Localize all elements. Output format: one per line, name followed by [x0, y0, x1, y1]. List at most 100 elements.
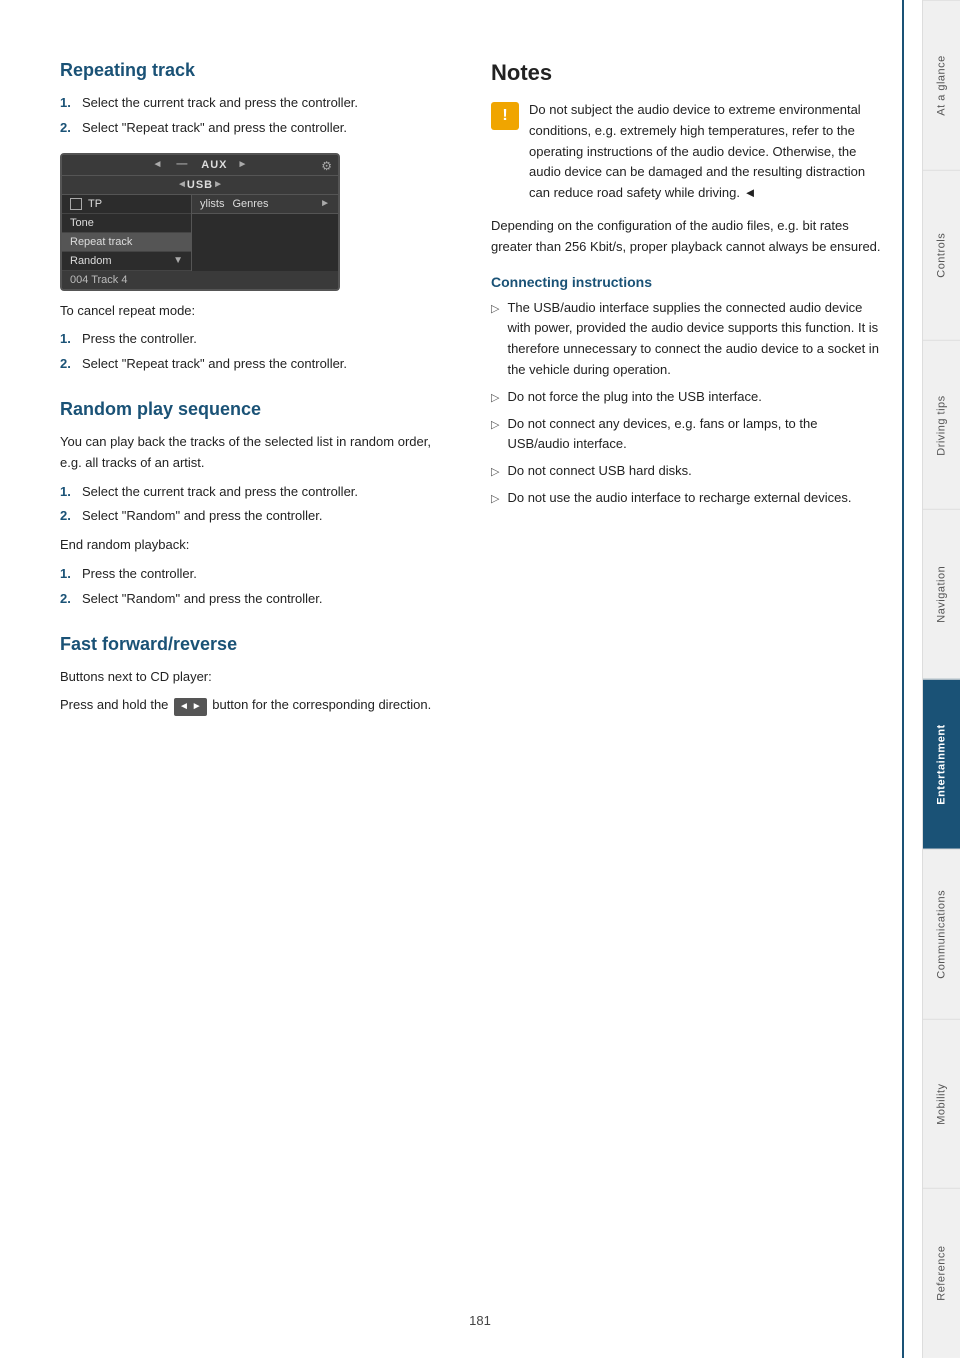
- notes-title: Notes: [491, 60, 882, 86]
- button-suffix: button for the corresponding direction.: [212, 697, 431, 712]
- next-arrow-icon: ►: [320, 198, 330, 210]
- genres-tab: Genres: [232, 198, 268, 210]
- left-arrow-icon: ◄: [177, 179, 187, 190]
- step-number: 1.: [60, 482, 76, 503]
- step-number: 2.: [60, 354, 76, 375]
- aux-icon: ━━: [176, 159, 187, 170]
- fast-forward-title: Fast forward/reverse: [60, 634, 451, 655]
- bullet-text: The USB/audio interface supplies the con…: [507, 298, 882, 381]
- connecting-bullets: ▷ The USB/audio interface supplies the c…: [491, 298, 882, 509]
- page-number: 181: [469, 1313, 491, 1328]
- step-number: 1.: [60, 329, 76, 350]
- sidebar-label: Communications: [936, 890, 948, 979]
- sidebar-item-reference[interactable]: Reference: [923, 1188, 960, 1358]
- tp-checkbox: [70, 198, 82, 210]
- sidebar-item-mobility[interactable]: Mobility: [923, 1019, 960, 1189]
- step-text: Select "Repeat track" and press the cont…: [82, 118, 347, 139]
- screen-usb-bar: ◄ USB ►: [62, 176, 338, 195]
- bullet-text: Do not connect USB hard disks.: [507, 461, 691, 482]
- step-text: Select "Random" and press the controller…: [82, 506, 322, 527]
- warning-box: ! Do not subject the audio device to ext…: [491, 100, 882, 204]
- list-item: 1. Press the controller.: [60, 564, 451, 585]
- sidebar-label: Navigation: [936, 566, 948, 623]
- list-item: 1. Select the current track and press th…: [60, 482, 451, 503]
- connecting-title: Connecting instructions: [491, 274, 882, 290]
- sidebar-item-at-a-glance[interactable]: At a glance: [923, 0, 960, 170]
- repeating-track-steps: 1. Select the current track and press th…: [60, 93, 451, 139]
- step-number: 1.: [60, 564, 76, 585]
- screen-left-menu: TP Tone Repeat track Random: [62, 195, 192, 271]
- sidebar-label: At a glance: [936, 55, 948, 116]
- random-play-steps: 1. Select the current track and press th…: [60, 482, 451, 528]
- cancel-steps: 1. Press the controller. 2. Select "Repe…: [60, 329, 451, 375]
- tp-label: TP: [88, 198, 102, 210]
- sidebar-label: Controls: [936, 233, 948, 278]
- warning-end-symbol: ◄: [744, 185, 757, 200]
- step-text: Press the controller.: [82, 564, 197, 585]
- list-item: 1. Press the controller.: [60, 329, 451, 350]
- sidebar-item-entertainment[interactable]: Entertainment: [923, 679, 960, 849]
- main-content: Repeating track 1. Select the current tr…: [0, 0, 922, 1358]
- screen-right-area: ylists Genres ►: [192, 195, 338, 271]
- sidebar-label: Reference: [936, 1246, 948, 1301]
- screen-tabs: ylists Genres ►: [192, 195, 338, 214]
- step-number: 2.: [60, 118, 76, 139]
- random-play-title: Random play sequence: [60, 399, 451, 420]
- step-text: Select "Repeat track" and press the cont…: [82, 354, 347, 375]
- press-hold-text: Press and hold the ◄ ► button for the co…: [60, 695, 451, 716]
- screen-menu-area: TP Tone Repeat track Random: [62, 195, 338, 271]
- usb-label: USB: [187, 179, 213, 191]
- tone-label: Tone: [70, 217, 94, 229]
- list-item: ▷ Do not connect any devices, e.g. fans …: [491, 414, 882, 456]
- screen-aux-bar: ◄ ━━ AUX ► ⚙: [62, 155, 338, 176]
- additional-text: Depending on the configuration of the au…: [491, 216, 882, 258]
- repeat-track-label: Repeat track: [70, 236, 132, 248]
- right-column: Notes ! Do not subject the audio device …: [491, 60, 882, 1298]
- press-label: Press and hold the: [60, 697, 168, 712]
- step-number: 2.: [60, 506, 76, 527]
- bullet-arrow-icon: ▷: [491, 390, 499, 408]
- bullet-text: Do not connect any devices, e.g. fans or…: [507, 414, 882, 456]
- list-item: 2. Select "Repeat track" and press the c…: [60, 118, 451, 139]
- step-number: 1.: [60, 93, 76, 114]
- menu-item-tone: Tone: [62, 214, 191, 233]
- list-item: ▷ Do not use the audio interface to rech…: [491, 488, 882, 509]
- right-arrow-icon: ►: [238, 159, 248, 170]
- warning-content: Do not subject the audio device to extre…: [529, 102, 865, 200]
- bullet-arrow-icon: ▷: [491, 417, 499, 435]
- list-item: ▷ Do not connect USB hard disks.: [491, 461, 882, 482]
- screen-display: ◄ ━━ AUX ► ⚙ ◄ USB ►: [60, 153, 340, 291]
- side-navigation: At a glance Controls Driving tips Naviga…: [922, 0, 960, 1358]
- dropdown-icon: ▼: [173, 255, 183, 266]
- random-label: Random: [70, 255, 112, 267]
- warning-icon: !: [491, 102, 519, 130]
- sidebar-item-controls[interactable]: Controls: [923, 170, 960, 340]
- sidebar-item-driving-tips[interactable]: Driving tips: [923, 340, 960, 510]
- step-text: Press the controller.: [82, 329, 197, 350]
- sidebar-item-communications[interactable]: Communications: [923, 849, 960, 1019]
- ff-button-icon: ◄ ►: [174, 698, 207, 716]
- bullet-arrow-icon: ▷: [491, 491, 499, 509]
- list-item: 1. Select the current track and press th…: [60, 93, 451, 114]
- bullet-text: Do not force the plug into the USB inter…: [507, 387, 761, 408]
- random-play-intro: You can play back the tracks of the sele…: [60, 432, 451, 474]
- step-text: Select "Random" and press the controller…: [82, 589, 322, 610]
- repeating-track-title: Repeating track: [60, 60, 451, 81]
- buttons-label: Buttons next to CD player:: [60, 667, 451, 688]
- step-text: Select the current track and press the c…: [82, 482, 358, 503]
- menu-item-repeat-track: Repeat track: [62, 233, 191, 252]
- list-item: ▷ Do not force the plug into the USB int…: [491, 387, 882, 408]
- bullet-text: Do not use the audio interface to rechar…: [507, 488, 851, 509]
- left-column: Repeating track 1. Select the current tr…: [60, 60, 451, 1298]
- sidebar-item-navigation[interactable]: Navigation: [923, 509, 960, 679]
- playlists-tab: ylists: [200, 198, 224, 210]
- list-item: ▷ The USB/audio interface supplies the c…: [491, 298, 882, 381]
- step-text: Select the current track and press the c…: [82, 93, 358, 114]
- track-info: 004 Track 4: [70, 274, 127, 286]
- ff-symbol: ◄ ►: [179, 699, 202, 715]
- menu-item-random: Random ▼: [62, 252, 191, 271]
- sidebar-label: Driving tips: [936, 395, 948, 455]
- settings-icon: ⚙: [321, 159, 332, 173]
- vertical-separator: [902, 0, 904, 1358]
- step-number: 2.: [60, 589, 76, 610]
